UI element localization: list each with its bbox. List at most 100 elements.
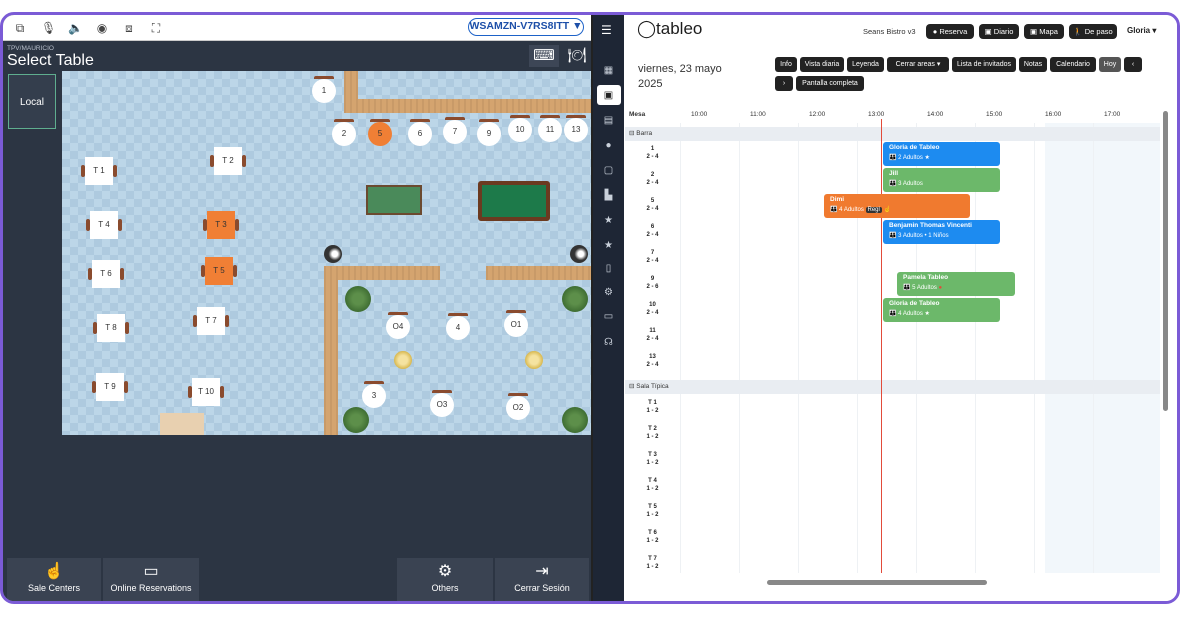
guests-icon: 👪 — [830, 207, 838, 213]
hour-label: 10:00 — [691, 111, 708, 118]
table-5[interactable]: 5 — [368, 119, 392, 146]
logout-button[interactable]: ⇥ Cerrar Sesión — [495, 558, 589, 601]
notas-button[interactable]: Notas — [1019, 57, 1047, 72]
grid-line — [680, 123, 681, 573]
table-icon[interactable]: 🍽 — [565, 45, 589, 67]
book-icon[interactable]: ▤ — [601, 113, 616, 128]
row-label: T 31 - 2 — [646, 452, 659, 466]
microphone-icon[interactable]: 🎙 — [41, 21, 56, 35]
zone-local-button[interactable]: Local — [8, 74, 56, 129]
vertical-scrollbar[interactable] — [1163, 111, 1168, 411]
reservation-card[interactable]: Pamela Tableo 👪 5 Adultos ● — [897, 272, 1015, 296]
table-t8[interactable]: T 8 — [93, 314, 129, 342]
user-menu[interactable]: Gloria ▾ — [1127, 26, 1156, 35]
chat-icon[interactable]: ▢ — [601, 163, 616, 178]
row-label: 13 2 - 4 — [646, 354, 659, 368]
table-t2[interactable]: T 2 — [210, 147, 246, 175]
fullscreen-icon[interactable]: ⛶ — [149, 21, 163, 35]
star-icon[interactable]: ★ — [601, 238, 616, 253]
briefcase-icon[interactable]: ▭ — [601, 309, 616, 324]
reserva-button[interactable]: ● Reserva — [926, 24, 974, 39]
table-4[interactable]: 4 — [446, 313, 470, 340]
settings-icon[interactable]: ⚙ — [601, 285, 616, 300]
next-day-button[interactable]: › — [775, 76, 793, 91]
calendar-icon: ▣ — [603, 90, 614, 101]
plant-icon — [562, 286, 588, 312]
reservation-card[interactable]: Gloria de Tableo 👪 4 Adultos ★ — [883, 298, 1000, 322]
row-label: 22 - 4 — [646, 172, 659, 186]
row-label: 11 2 - 4 — [646, 328, 659, 342]
table-9[interactable]: 9 — [477, 119, 501, 146]
table-t3[interactable]: T 3 — [203, 211, 239, 239]
menu-icon[interactable]: ☰ — [601, 23, 612, 37]
table-3[interactable]: 3 — [362, 381, 386, 408]
mapa-button[interactable]: ▣ Mapa — [1024, 24, 1064, 39]
table-o2[interactable]: O2 — [506, 393, 530, 420]
sale-centers-button[interactable]: ☝ Sale Centers — [7, 558, 101, 601]
leyenda-button[interactable]: Leyenda — [847, 57, 884, 72]
date-line2: 2025 — [638, 78, 663, 90]
headset-icon[interactable]: ☊ — [601, 335, 616, 350]
table-1[interactable]: 1 — [312, 76, 336, 103]
grid-line — [1093, 123, 1094, 573]
cerrar-areas-button[interactable]: Cerrar areas ▾ — [887, 57, 949, 72]
windows-icon[interactable]: ⧉ — [13, 21, 27, 35]
table-t6[interactable]: T 6 — [88, 260, 124, 288]
speaker-icon[interactable]: 🔈 — [68, 21, 83, 35]
prev-day-button[interactable]: ‹ — [1124, 57, 1142, 72]
section-barra-label: Barra — [636, 130, 653, 137]
online-reservations-button[interactable]: ▭ Online Reservations — [103, 558, 199, 601]
row-label: 52 - 4 — [646, 198, 659, 212]
dashboard-icon[interactable]: ▦ — [601, 63, 616, 78]
table-t1[interactable]: T 1 — [81, 157, 117, 185]
current-time-line — [881, 119, 882, 573]
fullscreen-button[interactable]: Pantalla completa — [796, 76, 864, 91]
keyboard-icon[interactable]: ⌨ — [529, 45, 559, 67]
alert-badge-icon: ● — [938, 285, 943, 291]
diario-button[interactable]: ▣ Diario — [979, 24, 1019, 39]
reservation-card[interactable]: Jill 👪 3 Adultos — [883, 168, 1000, 192]
table-t5[interactable]: T 5 — [201, 257, 237, 285]
calendario-button[interactable]: Calendario — [1050, 57, 1096, 72]
reservation-card[interactable]: Gloria de Tableo 👪 2 Adultos ★ — [883, 142, 1000, 166]
reservation-card[interactable]: Benjamin Thomas Vincenti 👪 3 Adultos • 1 … — [883, 220, 1000, 244]
date-display: viernes, 23 mayo 2025 — [638, 62, 722, 92]
table-7[interactable]: 7 — [443, 117, 467, 144]
table-11[interactable]: 11 — [538, 115, 562, 142]
table-10[interactable]: 10 — [508, 115, 532, 142]
table-o3[interactable]: O3 — [430, 390, 454, 417]
mobile-icon[interactable]: ▯ — [601, 261, 616, 276]
webcam-icon[interactable]: ◉ — [95, 21, 109, 35]
vista-diaria-button[interactable]: Vista diaria — [800, 57, 844, 72]
lamp-icon — [525, 351, 543, 369]
de-paso-button[interactable]: 🚶 De paso — [1069, 24, 1117, 39]
others-button[interactable]: ⚙ Others — [397, 558, 493, 601]
table-o1[interactable]: O1 — [504, 310, 528, 337]
timeline-grid: Mesa 10:00 11:00 12:00 13:00 14:00 15:00… — [625, 107, 1160, 573]
table-2[interactable]: 2 — [332, 119, 356, 146]
table-13[interactable]: 13 — [564, 115, 588, 142]
table-o4[interactable]: O4 — [386, 312, 410, 339]
table-t10[interactable]: T 10 — [188, 378, 224, 406]
online-reservations-label: Online Reservations — [110, 583, 192, 593]
guest-list-button[interactable]: Lista de invitados — [952, 57, 1016, 72]
table-6[interactable]: 6 — [408, 119, 432, 146]
section-sala-tipica[interactable]: ⊟ Sala Típica — [625, 380, 1160, 394]
info-button[interactable]: Info — [775, 57, 797, 72]
display-icon[interactable]: ⧈ — [122, 21, 136, 35]
logout-icon: ⇥ — [535, 563, 549, 580]
factory-icon[interactable]: ▙ — [601, 188, 616, 203]
table-t9[interactable]: T 9 — [92, 373, 128, 401]
horizontal-scrollbar[interactable] — [767, 580, 987, 585]
hoy-button[interactable]: Hoy — [1099, 57, 1121, 72]
user-icon[interactable]: ● — [601, 138, 616, 153]
reservation-card[interactable]: Dimi 👪 4 Adultos Regl ☝ — [824, 194, 970, 218]
section-barra[interactable]: ⊟ Barra — [625, 127, 1160, 141]
device-selector[interactable]: WSAMZN-V7RS8ITT ▼ — [468, 18, 584, 36]
star-icon[interactable]: ★ — [601, 213, 616, 228]
table-t4[interactable]: T 4 — [86, 211, 122, 239]
chevron-right-icon: › — [782, 80, 786, 87]
table-t7[interactable]: T 7 — [193, 307, 229, 335]
hour-label: 15:00 — [986, 111, 1003, 118]
calendar-active[interactable]: ▣ — [597, 85, 621, 105]
